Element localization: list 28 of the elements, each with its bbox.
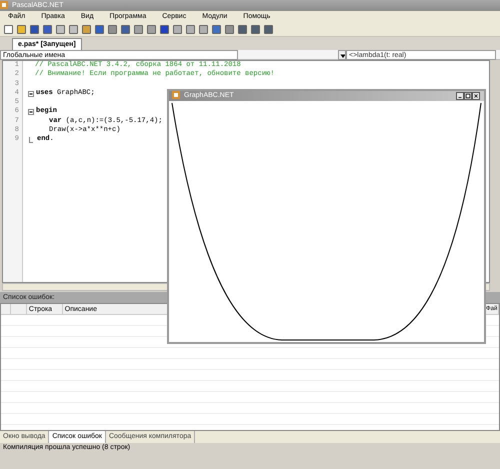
toolbar-icon[interactable] (199, 24, 208, 34)
toolbar-icon[interactable] (95, 24, 104, 34)
toolbar-icon[interactable] (160, 24, 169, 34)
toolbar-icon[interactable] (186, 24, 195, 34)
toolbar-icon[interactable] (121, 24, 130, 34)
toolbar-icon[interactable] (43, 24, 52, 34)
fold-toggle-icon[interactable] (28, 109, 34, 116)
toolbar-icon[interactable] (82, 24, 91, 34)
app-icon (0, 1, 8, 10)
toolbar-icon[interactable] (212, 24, 221, 34)
toolbar-icon[interactable] (225, 24, 234, 34)
toolbar-icon[interactable] (238, 24, 247, 34)
toolbar-icon[interactable] (134, 24, 143, 34)
maximize-button[interactable] (464, 92, 472, 100)
close-button[interactable] (472, 92, 480, 100)
toolbar-icon[interactable] (30, 24, 39, 34)
toolbar-icon[interactable] (69, 24, 78, 34)
minimize-button[interactable] (456, 92, 464, 100)
toolbar-icon[interactable] (173, 24, 182, 34)
toolbar-icon[interactable] (17, 24, 26, 34)
toolbar-icon[interactable] (264, 24, 273, 34)
toolbar-icon[interactable] (251, 24, 260, 34)
toolbar-icon[interactable] (4, 24, 13, 34)
toolbar-icon[interactable] (108, 24, 117, 34)
fold-end-icon (29, 137, 33, 144)
toolbar-icon[interactable] (147, 24, 156, 34)
fold-toggle-icon[interactable] (28, 90, 34, 97)
toolbar-icon[interactable] (56, 24, 65, 34)
